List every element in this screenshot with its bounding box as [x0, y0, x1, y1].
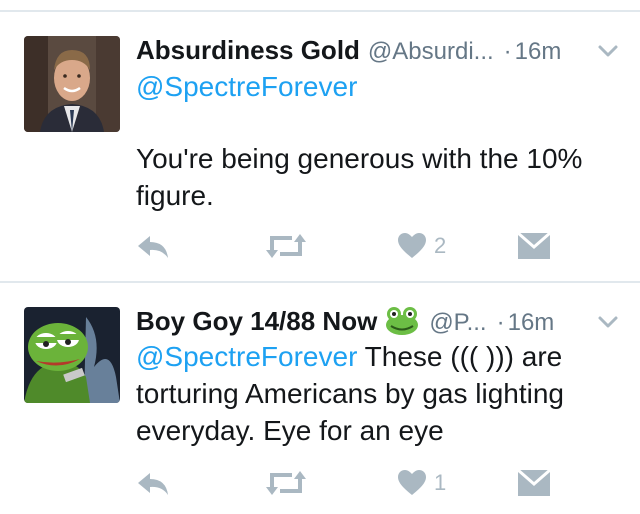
tweet-feed: Absurdiness Gold @Absurdi... · 16m @Spectre… [0, 0, 640, 514]
tweet-actions: 1 [136, 463, 560, 503]
direct-message-button[interactable] [518, 463, 550, 503]
envelope-icon [518, 470, 550, 496]
envelope-icon [518, 233, 550, 259]
retweet-icon [266, 471, 306, 495]
retweet-button[interactable] [266, 463, 306, 503]
avatar[interactable] [24, 36, 120, 132]
tweet-text: You're being generous with the 10% figur… [136, 143, 583, 211]
avatar-cartoon [24, 307, 120, 403]
tweet[interactable]: Boy Goy 14/88 Now @P... · 16m @SpectreFore… [0, 283, 640, 514]
display-name[interactable]: Boy Goy 14/88 Now [136, 306, 377, 336]
reply-mention[interactable]: @SpectreForever [136, 68, 357, 105]
like-button[interactable]: 2 [398, 226, 446, 266]
separator-dot: · [496, 309, 505, 336]
reply-button[interactable] [136, 463, 170, 503]
user-handle[interactable]: @Absurdi... [368, 38, 494, 65]
tweet-header: Absurdiness Gold @Absurdi... · 16m [136, 32, 620, 68]
chevron-down-icon[interactable] [596, 36, 620, 72]
avatar-photo [24, 36, 120, 132]
reply-button[interactable] [136, 226, 170, 266]
tweet[interactable]: Absurdiness Gold @Absurdi... · 16m @Spectre… [0, 12, 640, 281]
heart-icon [398, 470, 426, 495]
reply-icon [138, 473, 168, 495]
separator-dot: · [503, 38, 512, 65]
tweet-header: Boy Goy 14/88 Now @P... · 16m [136, 303, 620, 339]
like-count: 2 [434, 233, 447, 258]
avatar[interactable] [24, 307, 120, 403]
tweet-actions: 2 [136, 226, 560, 266]
timestamp[interactable]: 16m [508, 309, 555, 336]
like-button[interactable]: 1 [398, 463, 446, 503]
direct-message-button[interactable] [518, 226, 550, 266]
mention-link[interactable]: @SpectreForever [136, 341, 357, 372]
tweet-text-container: @SpectreForever These ((( ))) are tortur… [136, 338, 620, 449]
display-name[interactable]: Absurdiness Gold [136, 35, 360, 65]
retweet-button[interactable] [266, 226, 306, 266]
timestamp[interactable]: 16m [515, 38, 562, 65]
heart-icon [398, 233, 426, 258]
like-count: 1 [434, 470, 447, 495]
user-handle[interactable]: @P... [429, 309, 486, 336]
retweet-icon [266, 234, 306, 258]
reply-icon [138, 236, 168, 258]
